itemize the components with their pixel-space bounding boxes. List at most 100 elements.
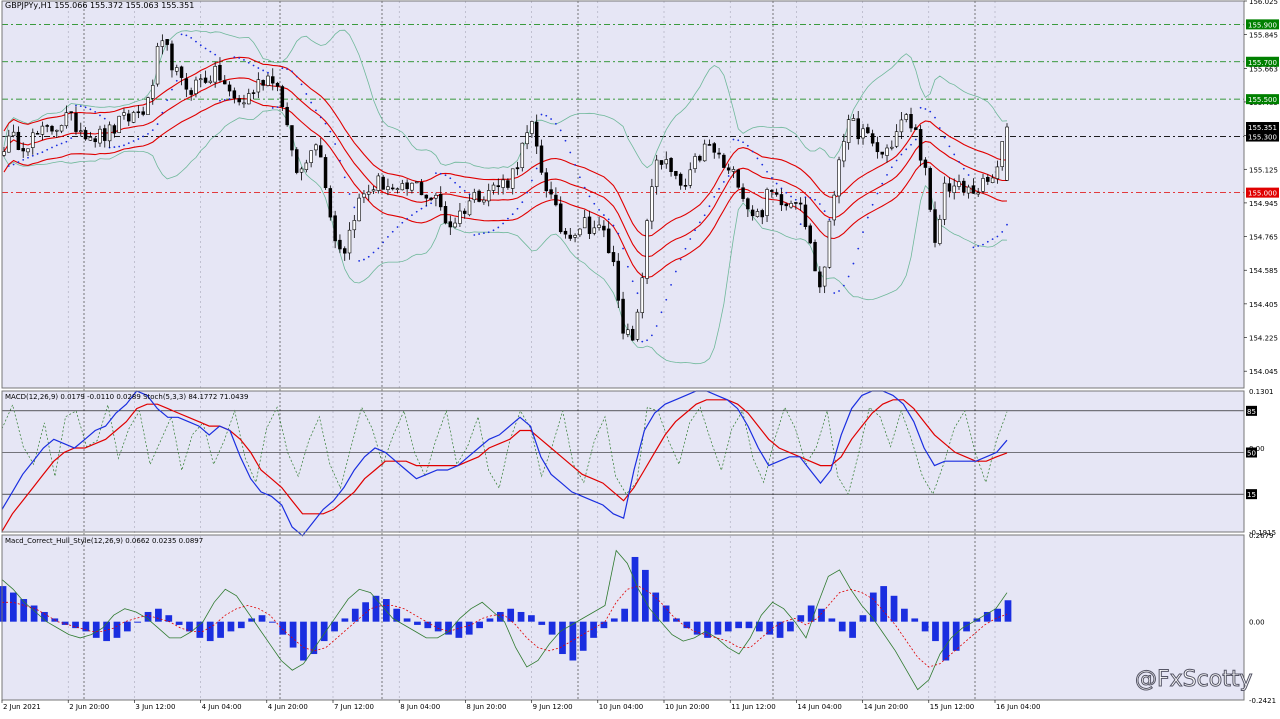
time-tick-label: 7 Jun 12:00 <box>334 703 374 711</box>
candle-bull <box>98 128 102 144</box>
candle-bear <box>611 252 616 263</box>
hull-histogram-bar <box>455 621 463 638</box>
parabolic-sar-dot <box>358 260 361 262</box>
parabolic-sar-dot <box>161 111 164 114</box>
parabolic-sar-dot <box>343 176 346 179</box>
parabolic-sar-dot <box>492 229 495 232</box>
candle-bull <box>501 179 505 188</box>
hull-histogram-bar <box>258 615 266 622</box>
parabolic-sar-dot <box>1001 231 1004 233</box>
candle-bull <box>376 175 381 191</box>
hull-histogram-bar <box>838 621 846 632</box>
candle-bull <box>990 177 995 183</box>
parabolic-sar-dot <box>478 233 481 235</box>
hull-histogram-bar <box>528 615 535 622</box>
parabolic-sar-dot <box>449 177 452 180</box>
candle-bull <box>194 79 198 94</box>
parabolic-sar-dot <box>401 221 404 224</box>
parabolic-sar-dot <box>838 290 840 292</box>
candle <box>376 173 381 194</box>
hull-macd-caption: Macd_Correct_Hull_Style(12,26,9) 0.0662 … <box>5 537 203 545</box>
candle-bull <box>31 132 35 148</box>
candle-bull <box>573 235 577 238</box>
candle-bear <box>717 152 721 155</box>
candle-bull <box>904 114 908 120</box>
parabolic-sar-dot <box>166 99 169 102</box>
hull-histogram-bar <box>963 621 970 632</box>
parabolic-sar-dot <box>794 198 797 201</box>
parabolic-sar-dot <box>766 170 768 173</box>
candle-bull <box>664 159 669 165</box>
candle-bear <box>909 114 913 129</box>
candle-bull <box>578 228 582 236</box>
parabolic-sar-dot <box>646 339 648 342</box>
candle-bull <box>981 178 985 192</box>
parabolic-sar-dot <box>310 101 313 104</box>
candle-bear <box>746 198 750 210</box>
parabolic-sar-dot <box>785 191 788 194</box>
parabolic-sar-dot <box>247 61 250 64</box>
candle <box>1000 141 1004 171</box>
candle-bull <box>88 136 93 141</box>
candle-bear <box>232 90 237 99</box>
hull-histogram-bar <box>859 615 867 622</box>
parabolic-sar-dot <box>353 206 356 209</box>
candle-bear <box>770 189 774 192</box>
candle-bear <box>223 80 227 85</box>
parabolic-sar-dot <box>233 56 236 58</box>
parabolic-sar-dot <box>151 129 154 132</box>
hull-histogram-bar <box>103 621 110 642</box>
hull-histogram-bar <box>569 621 577 661</box>
parabolic-sar-dot <box>324 122 327 125</box>
parabolic-sar-dot <box>46 148 49 151</box>
candle-bear <box>477 190 481 202</box>
parabolic-sar-dot <box>94 110 97 113</box>
time-tick-label: 3 Jun 12:00 <box>135 703 175 711</box>
candle-bear <box>218 64 222 81</box>
parabolic-sar-dot <box>540 113 543 116</box>
parabolic-sar-dot <box>631 280 634 283</box>
candle-bull <box>520 142 525 168</box>
candle-bear <box>35 132 40 135</box>
price-tick-label: 154.945 <box>1249 200 1278 208</box>
parabolic-sar-dot <box>41 151 44 154</box>
hull-histogram-bar <box>113 621 121 638</box>
candle-bear <box>918 129 923 161</box>
parabolic-sar-dot <box>497 226 500 229</box>
candle-bear <box>295 149 299 173</box>
parabolic-sar-dot <box>31 154 34 157</box>
hull-histogram-bar <box>351 608 359 622</box>
hull-histogram-bar <box>745 621 753 629</box>
hull-histogram-bar <box>465 621 473 635</box>
time-tick-label: 16 Jun 04:00 <box>996 703 1040 711</box>
candle-bull <box>107 124 112 142</box>
time-tick-label: 10 Jun 04:00 <box>599 703 643 711</box>
hull-histogram-bar <box>807 605 815 622</box>
candle <box>381 174 385 190</box>
parabolic-sar-dot <box>377 247 380 250</box>
parabolic-sar-dot <box>435 172 437 175</box>
parabolic-sar-dot <box>545 114 548 117</box>
parabolic-sar-dot <box>204 47 207 50</box>
parabolic-sar-dot <box>588 195 591 198</box>
candle <box>155 42 160 87</box>
hull-histogram-bar <box>724 621 732 632</box>
candle-bull <box>995 166 1000 179</box>
parabolic-sar-dot <box>684 247 687 250</box>
hull-histogram-bar <box>652 592 660 622</box>
candle-bull <box>117 115 121 133</box>
parabolic-sar-dot <box>483 232 485 235</box>
parabolic-sar-dot <box>689 238 692 240</box>
parabolic-sar-dot <box>420 207 423 210</box>
parabolic-sar-dot <box>655 325 658 327</box>
parabolic-sar-dot <box>17 161 20 164</box>
candle-bull <box>400 183 405 191</box>
candle-bear <box>69 111 73 113</box>
chart-canvas[interactable]: 156.025155.845155.663155.485155.305155.1… <box>0 0 1280 715</box>
parabolic-sar-dot <box>732 138 735 141</box>
candle-bear <box>83 130 88 140</box>
candle-bull <box>309 150 313 163</box>
candle <box>938 214 942 246</box>
candle-bull <box>731 169 736 172</box>
hull-histogram-bar <box>1004 600 1012 622</box>
